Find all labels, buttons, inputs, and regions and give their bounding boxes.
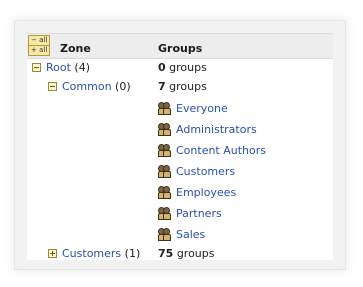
zone-groups-table: − all + all Zone Groups Root (4) 0 group… <box>27 33 333 260</box>
list-item: Content Authors <box>27 140 333 161</box>
collapse-node-icon[interactable] <box>32 63 41 72</box>
zone-row-root: Root (4) 0 groups <box>27 59 333 77</box>
list-item: Everyone <box>27 98 333 119</box>
group-item: Employees <box>158 182 236 203</box>
group-icon <box>158 165 171 178</box>
zone-row-common: Common (0) 7 groups <box>27 78 333 96</box>
groups-count-common: 7 groups <box>158 80 207 93</box>
group-item: Partners <box>158 203 222 224</box>
group-link[interactable]: Customers <box>176 165 235 178</box>
list-item: Employees <box>27 182 333 203</box>
group-link[interactable]: Employees <box>176 186 236 199</box>
group-link[interactable]: Everyone <box>176 102 228 115</box>
group-icon <box>158 186 171 199</box>
list-item: Sales <box>27 224 333 245</box>
group-icon <box>158 228 171 241</box>
group-icon <box>158 123 171 136</box>
zone-link-common[interactable]: Common <box>62 80 112 93</box>
groups-count-customers: 75 groups <box>158 247 215 260</box>
group-item: Customers <box>158 161 235 182</box>
group-item: Content Authors <box>158 140 266 161</box>
expand-all-button[interactable]: + all <box>28 45 51 56</box>
group-item: Administrators <box>158 119 257 140</box>
group-item: Sales <box>158 224 205 245</box>
zone-column-header: Zone <box>60 42 91 55</box>
group-item: Everyone <box>158 98 228 119</box>
zone-row-customers: Customers (1) 75 groups <box>27 245 333 263</box>
list-item: Administrators <box>27 119 333 140</box>
list-item: Partners <box>27 203 333 224</box>
collapse-node-icon[interactable] <box>48 82 57 91</box>
group-link[interactable]: Sales <box>176 228 205 241</box>
zone-count-common: (0) <box>115 80 131 93</box>
expand-node-icon[interactable] <box>48 249 57 258</box>
zone-count-root: (4) <box>74 61 91 74</box>
group-icon <box>158 207 171 220</box>
group-link[interactable]: Administrators <box>176 123 257 136</box>
tree-node-root: Root (4) <box>32 59 90 77</box>
tree-node-common: Common (0) <box>48 78 131 96</box>
groups-column-header: Groups <box>158 42 203 55</box>
zone-count-customers: (1) <box>124 247 141 260</box>
group-link[interactable]: Partners <box>176 207 222 220</box>
group-link[interactable]: Content Authors <box>176 144 266 157</box>
group-icon <box>158 144 171 157</box>
zone-groups-panel: − all + all Zone Groups Root (4) 0 group… <box>14 20 346 270</box>
table-header: − all + all Zone Groups <box>27 34 333 59</box>
group-icon <box>158 102 171 115</box>
groups-count-root: 0 groups <box>158 61 207 74</box>
tree-node-customers: Customers (1) <box>48 245 140 263</box>
zone-link-customers[interactable]: Customers <box>62 247 121 260</box>
zone-link-root[interactable]: Root <box>46 61 71 74</box>
list-item: Customers <box>27 161 333 182</box>
